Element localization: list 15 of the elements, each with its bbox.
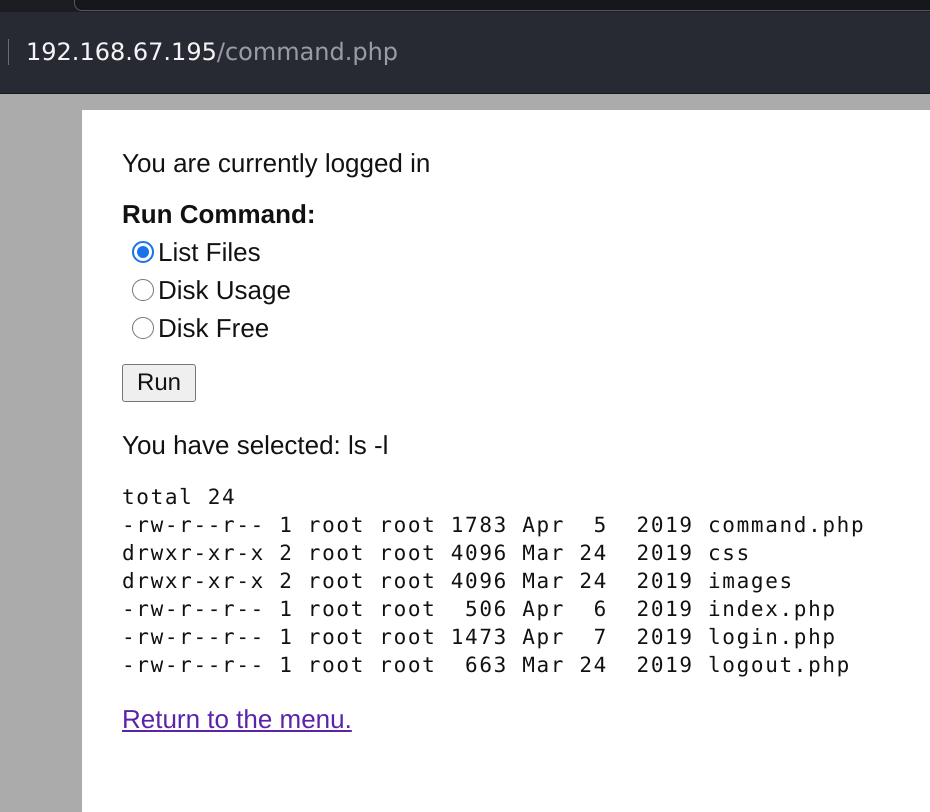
login-status-text: You are currently logged in: [122, 148, 432, 179]
return-link[interactable]: Return to the menu.: [122, 704, 352, 735]
url-path: /command.php: [216, 38, 398, 66]
address-bar[interactable]: 192.168.67.195/command.php: [26, 38, 398, 66]
run-button[interactable]: Run: [122, 364, 196, 402]
option-label[interactable]: List Files: [158, 236, 261, 268]
form-label: Run Command:: [122, 199, 317, 230]
option-label[interactable]: Disk Usage: [158, 274, 291, 306]
radio-button[interactable]: [132, 317, 154, 339]
option-label[interactable]: Disk Free: [158, 312, 270, 344]
radio-button[interactable]: [132, 241, 154, 263]
radio-button[interactable]: [132, 279, 154, 301]
command-output: total 24 -rw-r--r-- 1 root root 1783 Apr 5 2019 command.php drwxr-xr-x 2 root root 4096 Mar 24 2019 css drwxr-xr-x 2 root root 4096 Mar 24 2019 images -rw-r--r-- 1 root root 506 Apr 6 2019 index.php -rw-r--r-- 1 root root 1473 Apr 7 2019 login.php -rw-r--r-- 1 root root 663 Mar 24 2019 logout.php: [122, 484, 866, 679]
selection-text: You have selected: ls -l: [122, 430, 390, 461]
url-host: 192.168.67.195: [26, 38, 217, 66]
